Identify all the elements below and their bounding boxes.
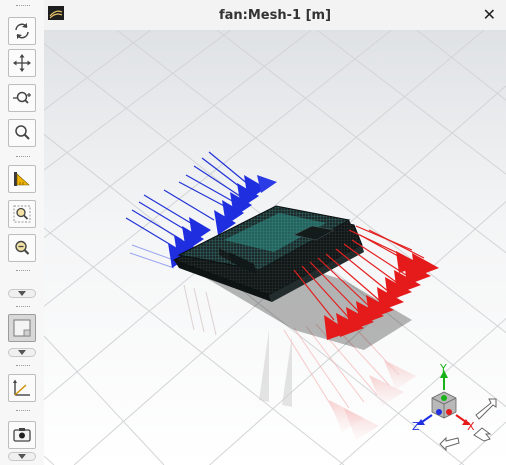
scene-canvas[interactable]: Y X Z — [44, 30, 506, 465]
axis-y-label: Y — [439, 362, 447, 375]
axis-z-label: Z — [412, 420, 420, 433]
zoom-fit-icon — [15, 125, 30, 140]
view-icon — [13, 319, 31, 337]
rotate-icon — [15, 23, 29, 39]
toolbar-grip[interactable] — [16, 5, 30, 9]
zoom-box-button[interactable] — [8, 200, 36, 228]
close-button[interactable]: ✕ — [483, 5, 496, 24]
chevron-down-icon — [18, 350, 26, 355]
camera-icon — [13, 428, 31, 442]
pan-icon — [13, 54, 31, 72]
window-title: fan:Mesh-1 [m] — [218, 8, 332, 23]
zoom-box-icon — [13, 205, 31, 223]
toolbar-grip[interactable] — [16, 306, 30, 310]
toolbar-grip[interactable] — [16, 365, 30, 369]
graphics-window: fan:Mesh-1 [m] ✕ Y X Z — [0, 0, 506, 465]
graphics-viewport[interactable]: Y X Z — [44, 30, 506, 465]
axes-icon — [13, 379, 30, 396]
toolbar-expander[interactable] — [8, 452, 36, 461]
toolbar-grip[interactable] — [16, 410, 30, 414]
view-button[interactable] — [8, 314, 36, 342]
zoom-out-icon — [15, 240, 30, 255]
probe-button[interactable] — [8, 165, 36, 193]
axis-x-label: X — [467, 420, 475, 433]
toolbar-expander[interactable] — [8, 348, 36, 357]
zoom-button[interactable] — [8, 84, 36, 112]
window-titlebar: fan:Mesh-1 [m] ✕ — [44, 0, 506, 30]
rotate-button[interactable] — [8, 17, 36, 45]
toolbar-grip[interactable] — [16, 270, 30, 274]
screenshot-button[interactable] — [8, 421, 36, 449]
chevron-down-icon — [18, 454, 26, 459]
chevron-down-icon — [18, 291, 26, 296]
axes-button[interactable] — [8, 374, 36, 402]
zoom-icon — [13, 91, 31, 104]
toolbar-grip[interactable] — [16, 156, 30, 160]
zoom-out-button[interactable] — [8, 234, 36, 262]
probe-icon — [14, 172, 30, 186]
zoom-to-fit-button[interactable] — [8, 119, 36, 147]
pan-button[interactable] — [8, 49, 36, 77]
graphics-toolbar — [0, 0, 45, 465]
toolbar-expander[interactable] — [8, 289, 36, 298]
